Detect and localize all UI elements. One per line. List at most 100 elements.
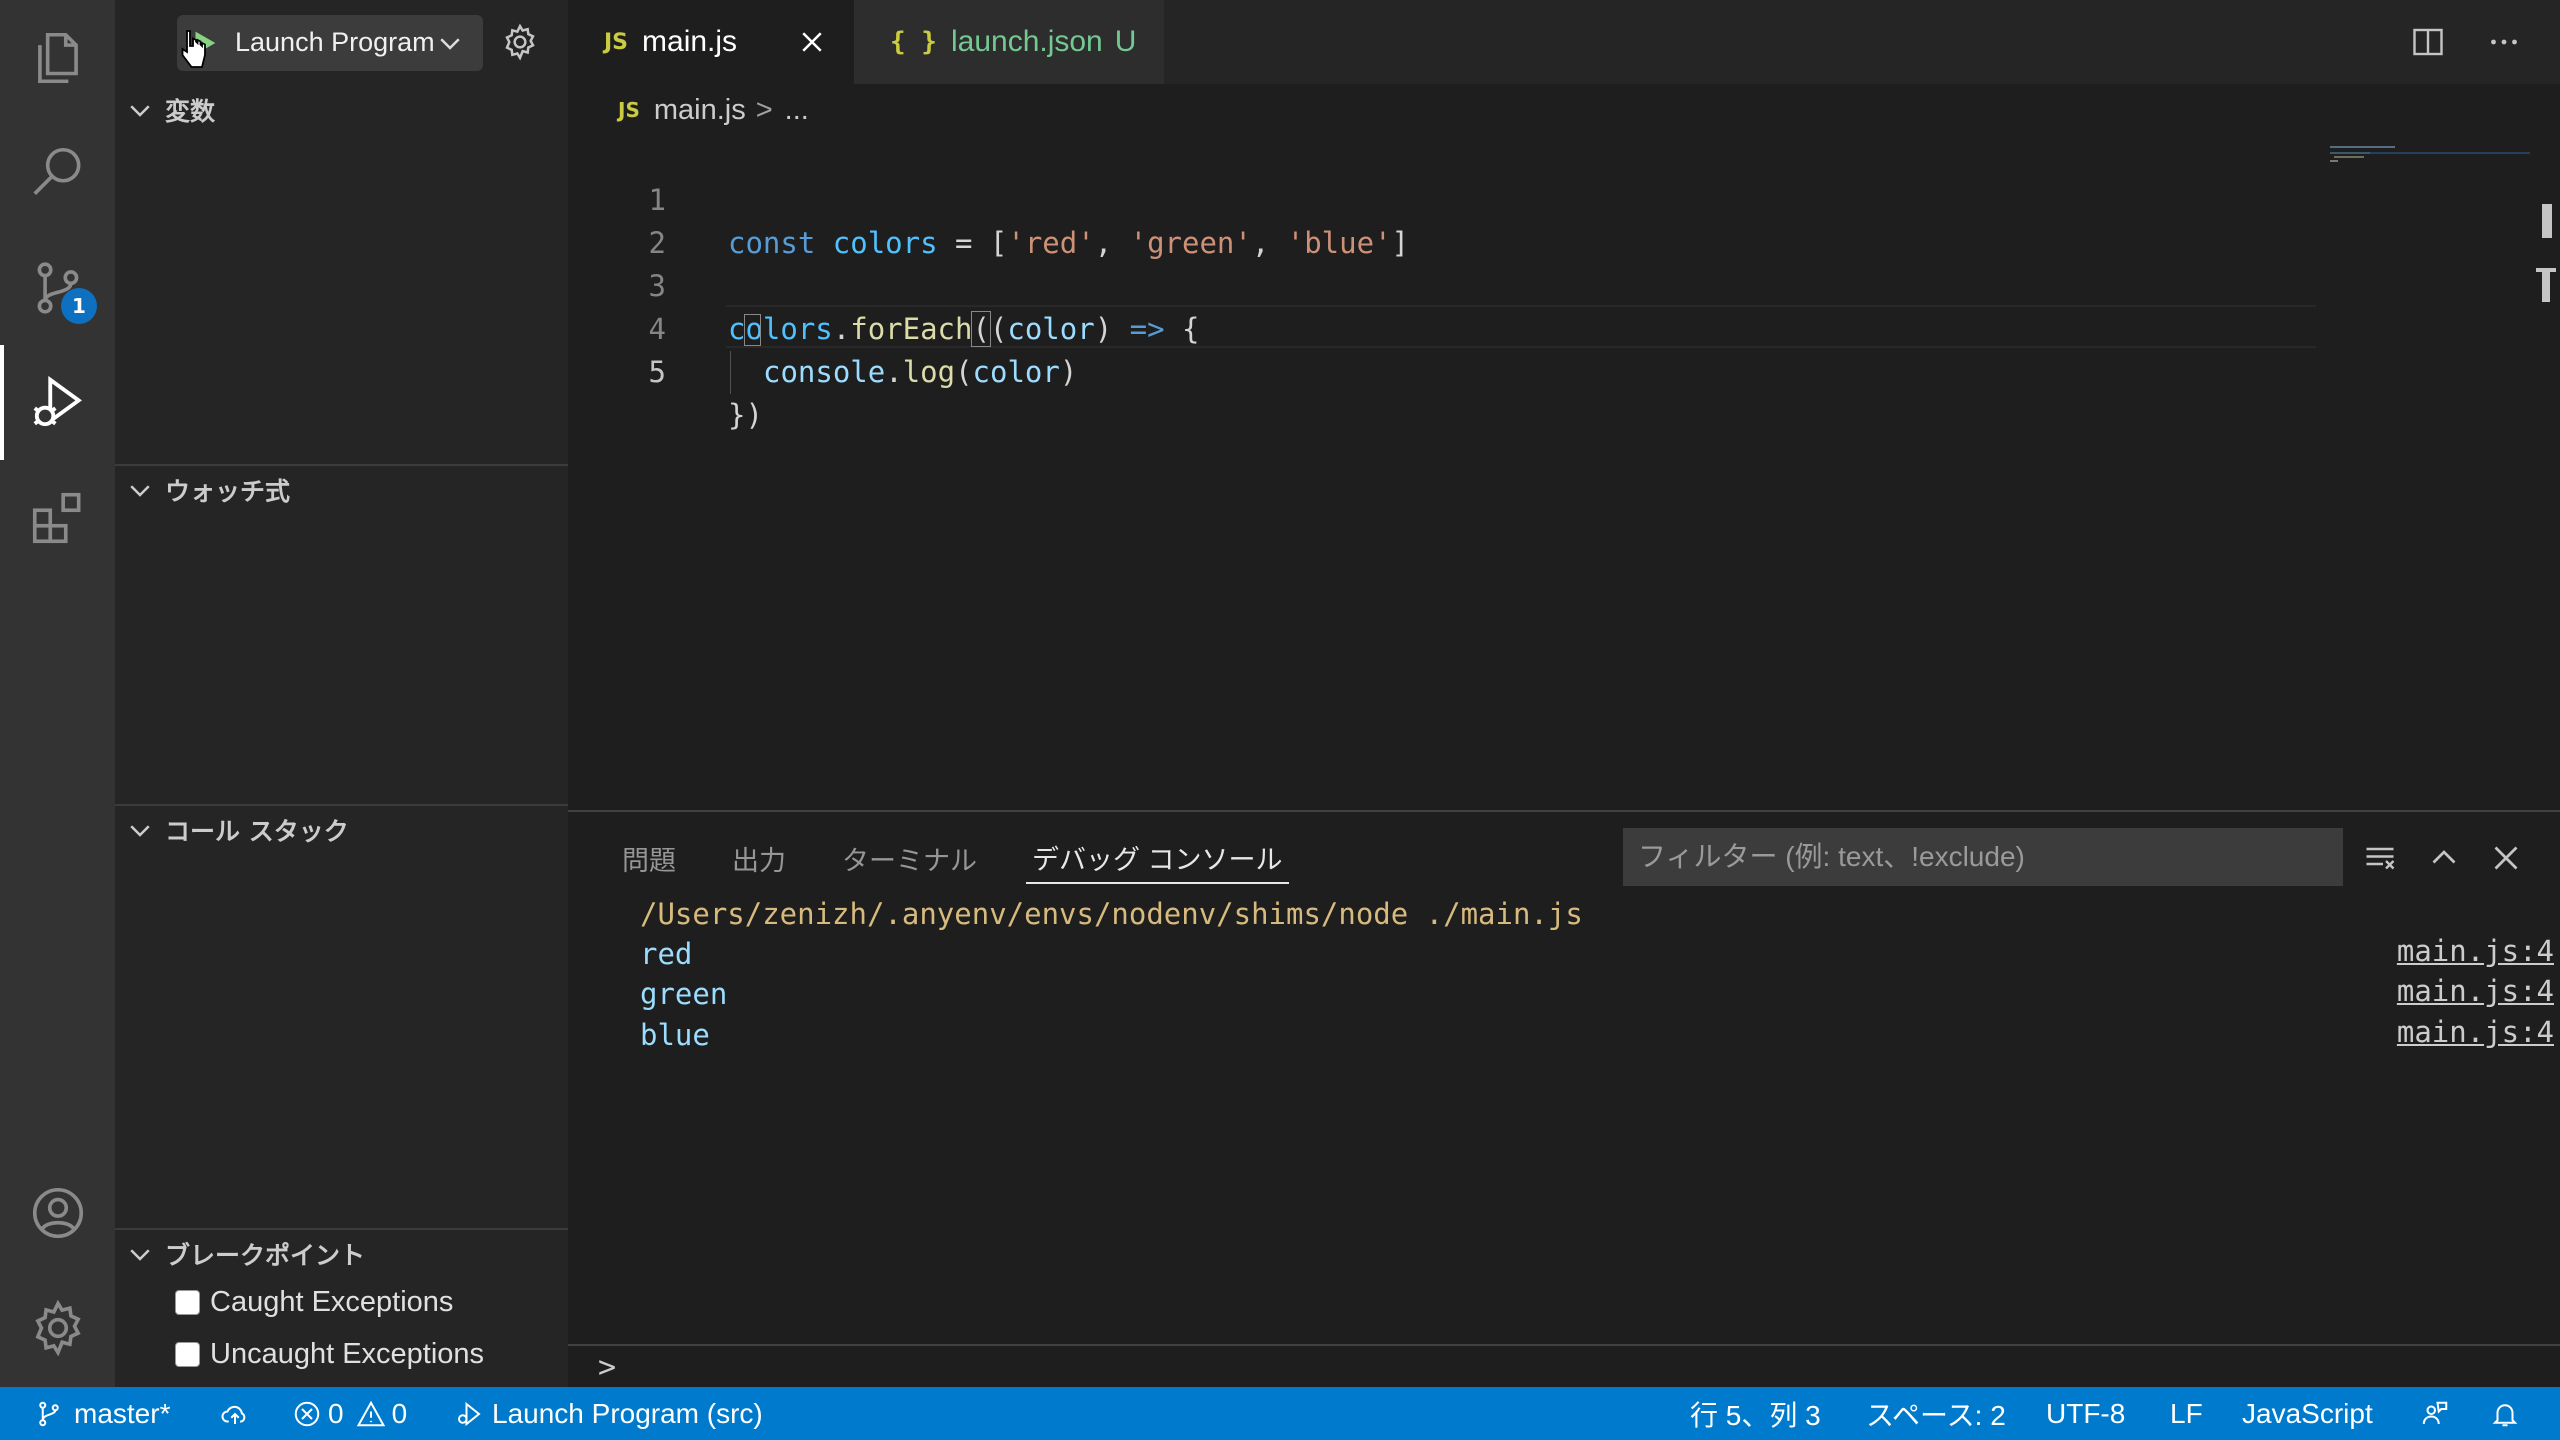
chevron-down-icon [440,37,460,50]
variables-title: 変数 [165,97,216,126]
tab-output[interactable]: 出力 [732,832,786,884]
split-editor-icon[interactable] [2410,24,2446,60]
cloud-upload-icon [221,1405,246,1424]
debug-icon [458,1401,481,1426]
chevron-down-icon [130,1249,150,1261]
code-editor[interactable]: 1 const colors = ['red', 'green', 'blue'… [568,136,2560,810]
language-mode-status[interactable]: JavaScript [2242,1387,2373,1440]
warning-icon [356,1400,385,1426]
maximize-panel-icon[interactable] [2426,840,2462,876]
close-panel-icon[interactable] [2488,840,2524,876]
console-line: /Users/zenizh/.anyenv/envs/nodenv/shims/… [640,897,1583,931]
console-line: green [640,977,728,1011]
encoding-status[interactable]: UTF-8 [2046,1387,2125,1440]
line-number: 5 [648,355,666,389]
explorer-button[interactable] [0,0,115,115]
mouse-pointer-icon [181,30,206,68]
close-tab-icon[interactable] [797,27,827,57]
breadcrumb-symbols[interactable]: ... [785,94,809,127]
console-line: blue [640,1018,710,1052]
tab-problems[interactable]: 問題 [622,832,676,884]
breadcrumb-file[interactable]: main.js [654,94,746,127]
feedback-status[interactable] [2420,1387,2450,1440]
code-line-3: 3 colors.forEach((color) => { [568,222,2328,347]
source-link[interactable]: main.js:4 [2397,1015,2554,1049]
breakpoint-uncaught-exceptions[interactable]: Uncaught Exceptions [115,1328,568,1380]
tab-terminal[interactable]: ターミナル [842,832,977,884]
breadcrumb-separator: > [755,93,773,126]
source-control-badge: 1 [61,288,97,324]
breakpoints-section: ブレークポイント Caught Exceptions Uncaught Exce… [115,1232,568,1380]
chevron-down-icon [130,485,150,497]
source-link[interactable]: main.js:4 [2397,974,2554,1008]
call-stack-section: コール スタック [115,808,568,852]
repl-input[interactable]: > [568,1344,2560,1388]
more-actions-icon[interactable] [2486,24,2522,60]
run-debug-button[interactable] [0,345,115,460]
console-line: red [640,937,693,971]
notifications-status[interactable] [2490,1387,2520,1440]
caught-exceptions-checkbox[interactable] [175,1289,200,1315]
cursor-position-status[interactable]: 行 5、列 3 [1690,1387,1821,1440]
code-line-5: 5 }) [568,308,2328,432]
parameter-token: color [972,355,1060,389]
watch-section: ウォッチ式 [115,468,568,512]
punctuation-token: ( [955,355,973,389]
open-launch-json-gear-icon[interactable] [500,22,540,62]
branch-name: master* [74,1397,171,1429]
debug-console-filter-input[interactable] [1623,828,2343,886]
search-icon [32,147,80,195]
source-control-button[interactable] [0,230,115,345]
debug-sidebar: Launch Program 変数 ウォッチ式 コール スタック ブレークポイン… [115,0,568,1387]
launch-config-select[interactable]: Launch Program [177,14,483,71]
breakpoint-caught-exceptions[interactable]: Caught Exceptions [115,1276,568,1328]
editor-tab-bar: JS main.js { } launch.json U [568,0,2560,84]
account-button[interactable] [0,1155,115,1270]
account-icon [32,1187,83,1238]
minimap[interactable] [2330,136,2530,810]
extensions-button[interactable] [0,460,115,575]
sync-status[interactable] [220,1387,250,1440]
extensions-icon [32,492,80,543]
debug-target-status[interactable]: Launch Program (src) [454,1387,763,1440]
tab-debug-console[interactable]: デバッグ コンソール [1026,832,1289,884]
call-stack-header[interactable]: コール スタック [115,808,568,852]
tab-launch-json[interactable]: { } launch.json U [854,0,1164,84]
breakpoint-label: Caught Exceptions [210,1285,454,1318]
breakpoints-header[interactable]: ブレークポイント [115,1232,568,1276]
branch-status[interactable]: master* [34,1387,170,1440]
vertical-scrollbar[interactable] [2530,136,2560,810]
editor-actions [2410,0,2560,84]
tab-main-js[interactable]: JS main.js [568,0,854,84]
variables-section: 変数 [115,88,568,132]
chevron-down-icon [130,825,150,837]
status-bar: master* 0 0 Launch Program (src) 行 5、列 3… [0,1387,2560,1440]
variables-header[interactable]: 変数 [115,88,568,132]
repl-prompt-icon: > [598,1349,617,1385]
section-divider [115,804,568,806]
debug-target-label: Launch Program (src) [492,1397,763,1429]
bottom-panel: 問題 出力 ターミナル デバッグ コンソール /Users/zenizh/.an… [568,810,2560,1387]
source-link[interactable]: main.js:4 [2397,934,2554,968]
uncaught-exceptions-checkbox[interactable] [175,1341,200,1367]
bracket-match-box [744,314,761,346]
warning-count: 0 [391,1397,408,1429]
chevron-down-icon [130,105,150,117]
watch-header[interactable]: ウォッチ式 [115,468,568,512]
punctuation-token: }) [728,398,763,432]
explorer-icon [37,32,78,83]
untracked-status-badge: U [1114,25,1137,58]
error-count: 0 [328,1397,344,1429]
launch-config-label: Launch Program [235,27,433,57]
indentation-status[interactable]: スペース: 2 [1866,1387,2006,1440]
code-line-2: 2 [568,179,2328,260]
clear-console-icon[interactable] [2362,840,2398,876]
punctuation-token: ) [1059,355,1078,389]
breakpoints-title: ブレークポイント [165,1241,366,1270]
search-button[interactable] [0,115,115,230]
breakpoint-label: Uncaught Exceptions [210,1337,485,1370]
problems-status[interactable]: 0 0 [292,1387,407,1440]
json-file-icon: { } [890,27,937,57]
manage-button[interactable] [0,1270,115,1385]
eol-status[interactable]: LF [2170,1387,2203,1440]
